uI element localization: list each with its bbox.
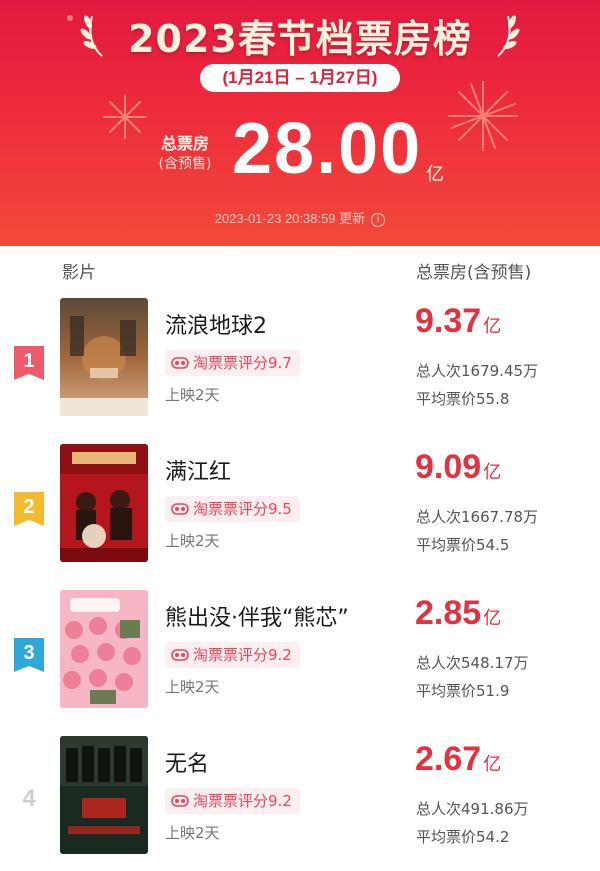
movie-row-4[interactable]: 4 无名 淘票票评分9.2 上映2天 2.67 亿 总人次491.86万 平均票价… — [0, 736, 600, 861]
header-banner: 2023春节档票房榜 (1月21日 – 1月27日) 总票房 (含预售) 28.… — [0, 0, 600, 246]
movie-row-1[interactable]: 1 流浪地球2 淘票票评分9.7 上映2天 9.37 亿 总人次1679.45万 … — [0, 298, 600, 423]
rating-badge: 淘票票评分9.7 — [165, 350, 300, 376]
movie-title[interactable]: 流浪地球2 — [165, 308, 267, 340]
date-range-badge: (1月21日 – 1月27日) — [200, 64, 400, 92]
admissions: 总人次1667.78万 — [416, 508, 539, 526]
box-office: 2.85 亿 — [415, 594, 501, 633]
box-office: 2.67 亿 — [415, 740, 501, 779]
rank-badge: 2 — [14, 492, 44, 526]
movie-poster[interactable] — [60, 590, 148, 708]
movie-poster[interactable] — [60, 298, 148, 416]
days-released: 上映2天 — [165, 386, 220, 404]
movie-poster[interactable] — [60, 444, 148, 562]
box-office-unit: 亿 — [483, 462, 502, 483]
poster-hidden-blade-image — [60, 736, 148, 854]
column-header-box-office: 总票房(含预售) — [416, 263, 532, 283]
total-box-office-unit: 亿 — [426, 164, 444, 185]
poster-wandering-earth-image — [60, 298, 148, 416]
movie-title[interactable]: 熊出没·伴我“熊芯” — [165, 600, 349, 632]
movie-title[interactable]: 满江红 — [165, 454, 231, 486]
update-time-row: 2023-01-23 20:38:59 更新 i — [0, 208, 600, 227]
column-header-film: 影片 — [62, 263, 96, 283]
movie-row-2[interactable]: 2 满江红 淘票票评分9.5 上映2天 9.09 亿 总人次1667.78万 平均… — [0, 444, 600, 569]
page-title: 2023春节档票房榜 — [128, 16, 472, 61]
rating-badge: 淘票票评分9.5 — [165, 496, 300, 522]
taopiaopiao-logo-icon — [171, 503, 189, 515]
box-office-value: 2.67 — [415, 740, 482, 778]
rating-text: 淘票票评分9.2 — [193, 646, 292, 664]
rating-text: 淘票票评分9.7 — [193, 354, 292, 372]
taopiaopiao-logo-icon — [171, 357, 189, 369]
admissions: 总人次548.17万 — [416, 654, 529, 672]
firework-right-decoration — [448, 81, 518, 151]
movie-row-3[interactable]: 3 熊出没·伴我“熊芯” 淘票票评分9.2 上映2天 2.85 亿 总人次548.… — [0, 590, 600, 715]
taopiaopiao-logo-icon — [171, 649, 189, 661]
box-office-value: 9.37 — [415, 302, 482, 340]
box-office-unit: 亿 — [483, 316, 502, 337]
total-box-office-label: 总票房 (含预售) — [145, 134, 225, 174]
admissions: 总人次491.86万 — [416, 800, 529, 818]
average-price: 平均票价54.2 — [416, 828, 510, 846]
rating-text: 淘票票评分9.5 — [193, 500, 292, 518]
days-released: 上映2天 — [165, 532, 220, 550]
box-office-value: 2.85 — [415, 594, 482, 632]
box-office-unit: 亿 — [483, 608, 502, 629]
rank-badge: 1 — [14, 346, 44, 380]
days-released: 上映2天 — [165, 678, 220, 696]
average-price: 平均票价51.9 — [416, 682, 510, 700]
box-office: 9.37 亿 — [415, 302, 501, 341]
admissions: 总人次1679.45万 — [416, 362, 539, 380]
movie-title[interactable]: 无名 — [165, 746, 209, 778]
box-office: 9.09 亿 — [415, 448, 501, 487]
days-released: 上映2天 — [165, 824, 220, 842]
update-time-text: 2023-01-23 20:38:59 更新 — [214, 211, 366, 226]
poster-full-river-red-image — [60, 444, 148, 562]
firework-left-decoration — [103, 95, 147, 139]
average-price: 平均票价54.5 — [416, 536, 510, 554]
box-office-value: 9.09 — [415, 448, 482, 486]
taopiaopiao-logo-icon — [171, 795, 189, 807]
movie-poster[interactable] — [60, 736, 148, 854]
rating-badge: 淘票票评分9.2 — [165, 788, 300, 814]
total-box-office-value: 28.00 — [232, 109, 423, 189]
box-office-unit: 亿 — [483, 754, 502, 775]
rating-badge: 淘票票评分9.2 — [165, 642, 300, 668]
rating-text: 淘票票评分9.2 — [193, 792, 292, 810]
total-label-line2: (含预售) — [158, 156, 212, 172]
total-label-line1: 总票房 — [160, 134, 209, 153]
info-icon[interactable]: i — [371, 212, 386, 227]
poster-boonie-bears-image — [60, 590, 148, 708]
average-price: 平均票价55.8 — [416, 390, 510, 408]
rank-badge: 3 — [14, 638, 44, 672]
rank-badge: 4 — [22, 785, 36, 812]
